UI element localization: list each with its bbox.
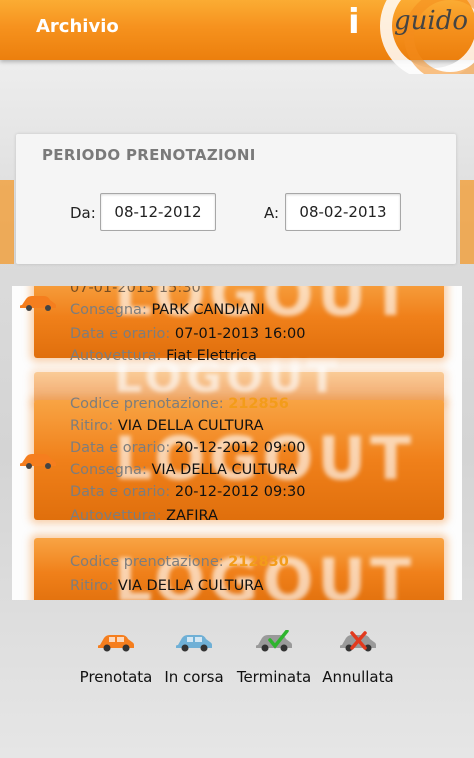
from-date-field[interactable]: 08-12-2012 [100,193,216,231]
booking-2-pickup-time: Data e orario: 20-12-2012 09:00 [70,440,306,456]
car-orange-icon [20,296,56,311]
left-accent-strip [0,180,14,264]
right-accent-strip [460,180,474,264]
booking-2-car: Autovettura: ZAFIRA [70,508,218,524]
app-logo: i guido [344,0,474,74]
header-bar: Archivio i guido [0,0,474,74]
car-blue-icon [176,635,212,652]
car-grey-cross-icon [340,631,376,652]
car-orange-icon [98,635,134,652]
booking-2-delivery-time: Data e orario: 20-12-2012 09:30 [70,484,306,500]
booking-2-delivery: Consegna: VIA DELLA CULTURA [70,462,298,478]
booking-1-delivery: Consegna: PARK CANDIANI [70,302,265,318]
booking-1-car: Autovettura: Fiat Elettrica [70,348,257,364]
booking-1-partial-time: 07-01-2013 15:30 [70,286,201,296]
to-date-field[interactable]: 08-02-2013 [285,193,401,231]
page-title: Archivio [36,16,119,37]
booking-2-code: Codice prenotazione: 212856 [70,396,289,412]
car-orange-icon [20,454,56,469]
from-label: Da: [70,204,96,222]
period-title: PERIODO PRENOTAZIONI [42,146,256,164]
booking-2-pickup: Ritiro: VIA DELLA CULTURA [70,418,264,434]
booking-3-pickup: Ritiro: VIA DELLA CULTURA [70,578,264,594]
period-panel: PERIODO PRENOTAZIONI Da: 08-12-2012 A: 0… [16,134,456,264]
car-grey-check-icon [256,630,292,652]
booking-1-delivery-time: Data e orario: 07-01-2013 16:00 [70,326,306,342]
to-label: A: [264,204,280,222]
bookings-list[interactable]: LOGOUT LOGOUT LOGOUT LOGOUT 07-01-2013 1… [12,286,462,600]
booking-3-code: Codice prenotazione: 212830 [70,554,289,570]
